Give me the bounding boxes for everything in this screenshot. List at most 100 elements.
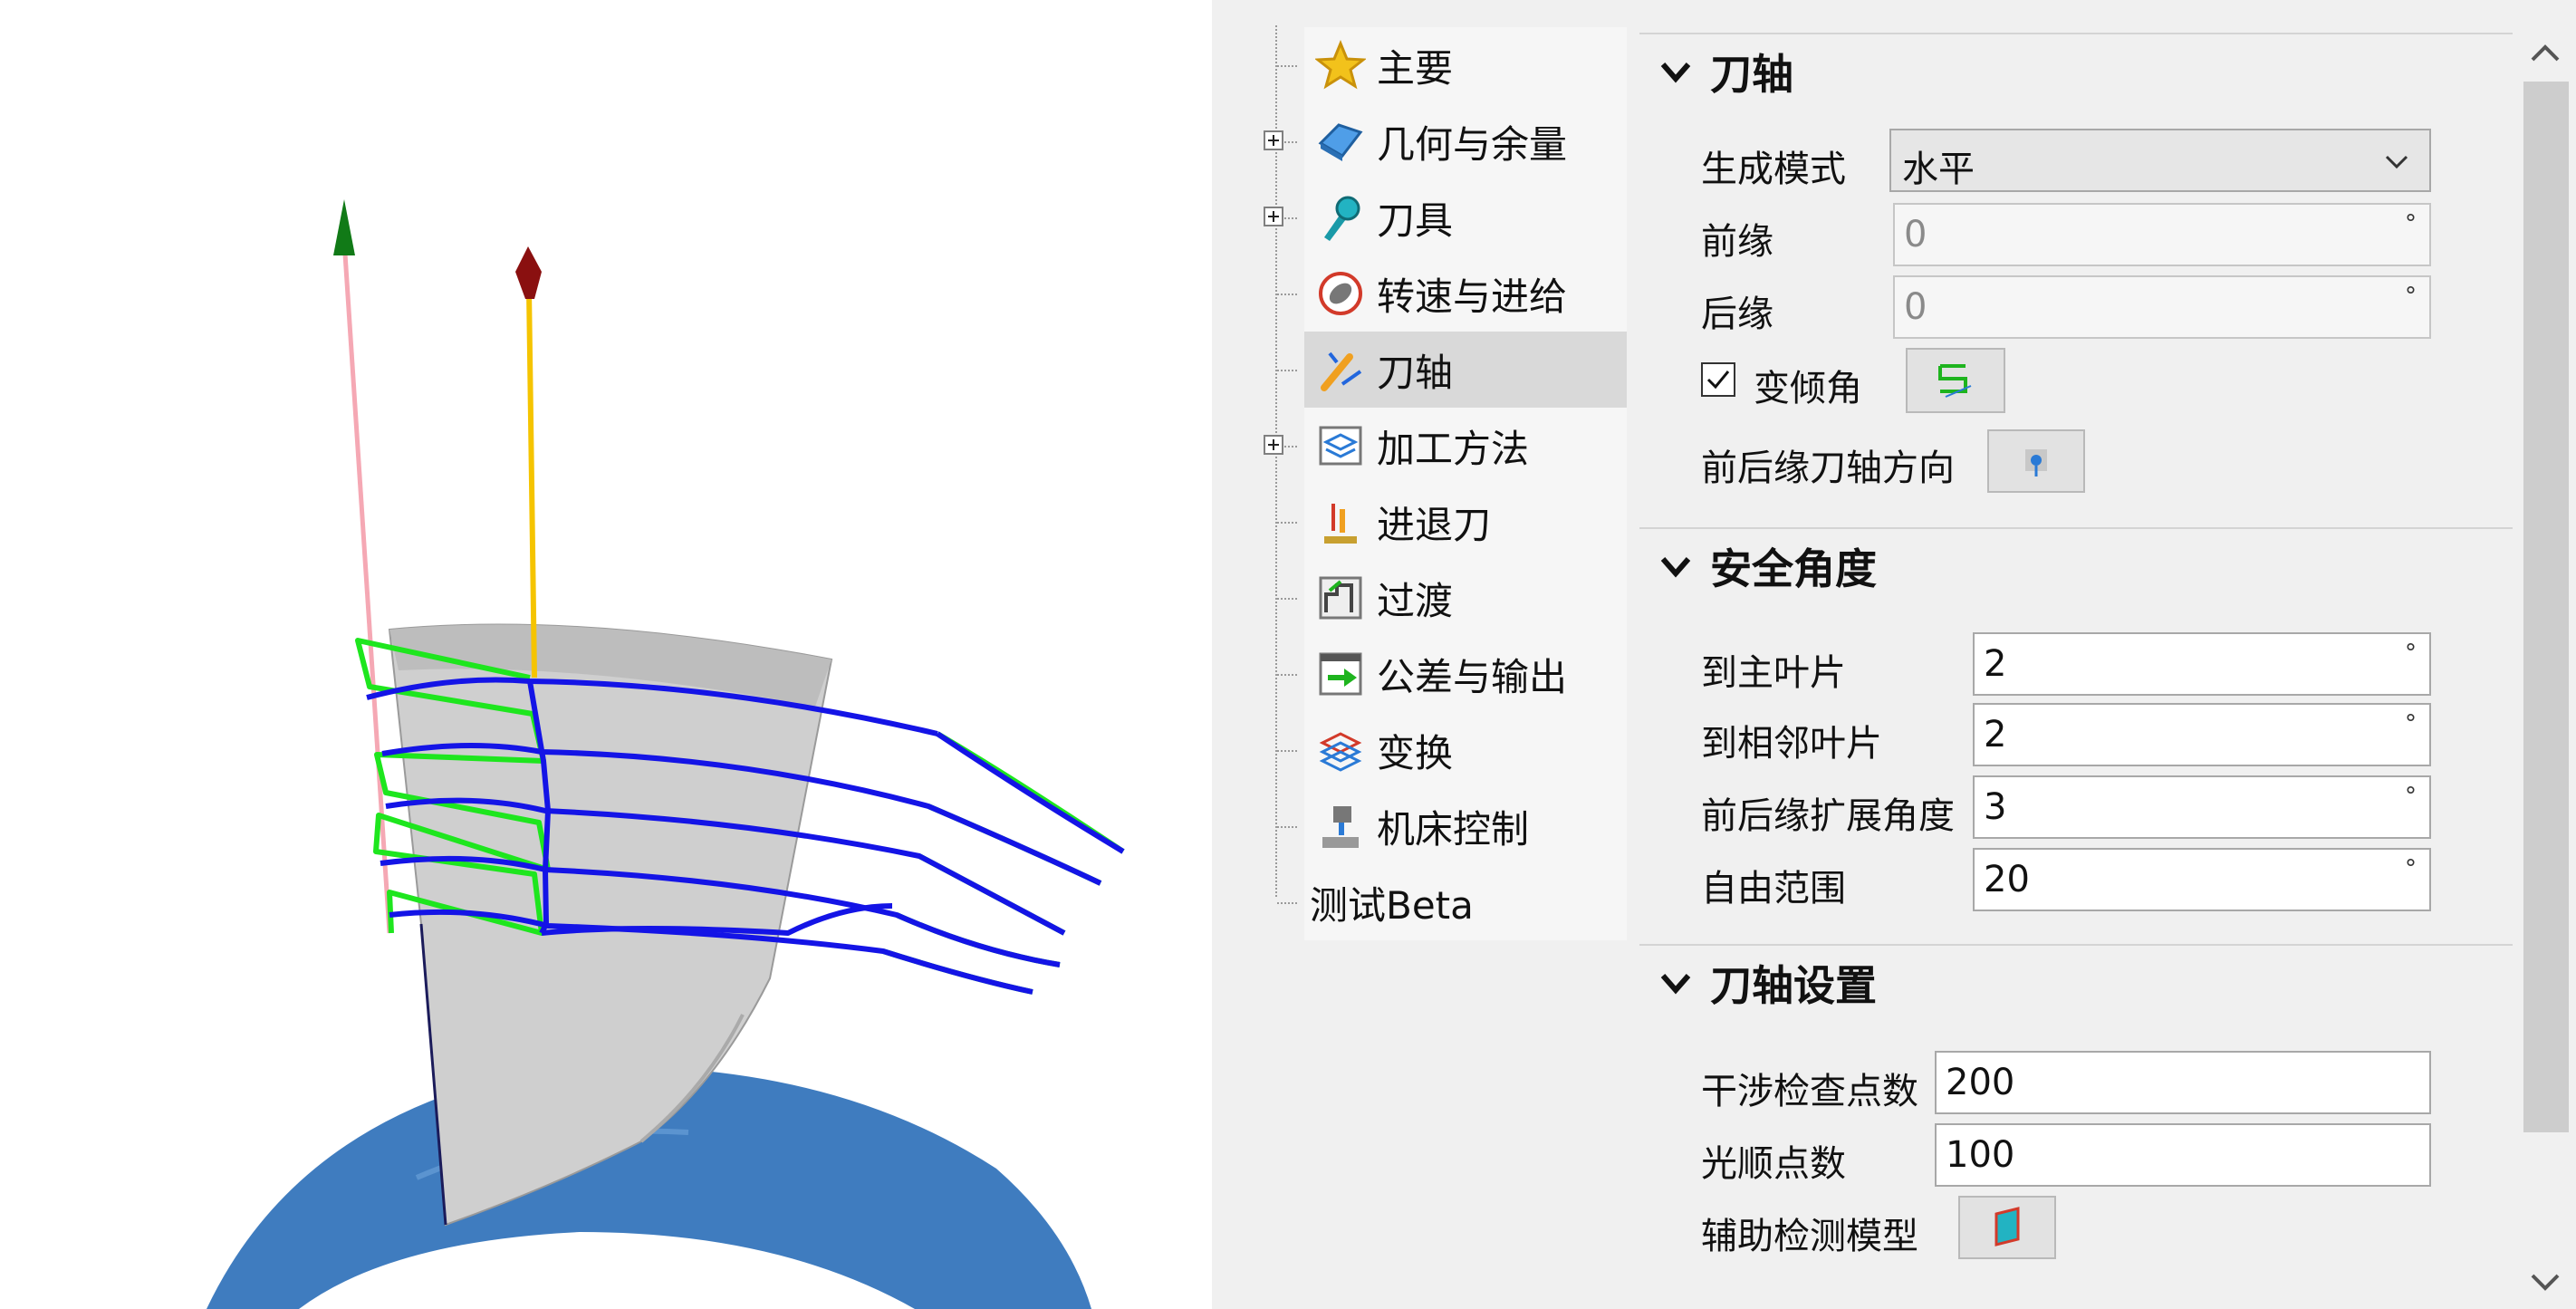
variable-tilt-checkbox[interactable] — [1701, 362, 1735, 397]
tree-item-label: 公差与输出 — [1377, 654, 1568, 699]
to-main-blade-input[interactable]: 2 ° — [1973, 632, 2431, 696]
tree-item-transition[interactable]: 过渡 — [1212, 560, 1627, 636]
degree-unit: ° — [2405, 855, 2417, 882]
checkmark-icon — [1706, 371, 1730, 390]
section-title: 安全角度 — [1710, 544, 1877, 593]
smoothing-points-label: 光顺点数 — [1701, 1143, 1846, 1185]
model-select-icon — [1994, 1207, 2020, 1246]
machining-method-icon — [1319, 426, 1362, 466]
chevron-down-icon — [1660, 974, 1691, 995]
smoothing-points-value: 100 — [1946, 1134, 2015, 1176]
tool-axis-icon — [1321, 351, 1362, 391]
tree-item-label: 变换 — [1377, 730, 1454, 775]
transform-icon — [1319, 732, 1362, 772]
settings-tree: 主要 几何与余量 刀具 转速与进给 刀轴 加工方法 进退刀 过渡 公差与输出 变… — [1212, 0, 1627, 1309]
to-main-blade-label: 到主叶片 — [1701, 652, 1846, 694]
degree-unit: ° — [2405, 710, 2417, 737]
tolerance-output-icon — [1319, 652, 1362, 696]
tree-item-label: 测试Beta — [1310, 882, 1474, 928]
variable-tilt-settings-button[interactable] — [1906, 348, 2005, 413]
tree-item-label: 进退刀 — [1377, 502, 1492, 547]
machine-control-icon — [1322, 806, 1359, 848]
leading-edge-value: 0 — [1904, 214, 1927, 255]
to-adjacent-blade-label: 到相邻叶片 — [1701, 723, 1882, 765]
interference-points-label: 干涉检查点数 — [1701, 1071, 1918, 1112]
tree-item-machining-method[interactable]: 加工方法 — [1212, 408, 1627, 484]
smoothing-points-input[interactable]: 100 — [1935, 1123, 2431, 1187]
axis-green-arrow — [333, 199, 355, 255]
tree-item-label: 主要 — [1377, 45, 1454, 91]
tree-item-lead-in-out[interactable]: 进退刀 — [1212, 484, 1627, 560]
tree-item-tool[interactable]: 刀具 — [1212, 179, 1627, 255]
tilt-curve-icon — [1938, 364, 1972, 398]
chevron-down-icon — [2385, 155, 2408, 169]
edge-direction-icon — [2025, 449, 2047, 476]
generation-mode-label: 生成模式 — [1701, 149, 1846, 190]
vertical-scrollbar[interactable] — [2514, 27, 2576, 1309]
scrollbar-thumb[interactable] — [2523, 82, 2569, 1132]
free-range-label: 自由范围 — [1701, 868, 1846, 910]
star-icon — [1315, 40, 1366, 90]
section-title: 刀轴 — [1710, 50, 1793, 99]
tree-item-label: 几何与余量 — [1377, 121, 1568, 167]
scroll-up-icon[interactable] — [2527, 40, 2563, 67]
tree-item-transform[interactable]: 变换 — [1212, 712, 1627, 788]
aux-detection-model-button[interactable] — [1958, 1196, 2056, 1259]
trailing-edge-value: 0 — [1904, 286, 1927, 328]
operation-settings-panel: 主要 几何与余量 刀具 转速与进给 刀轴 加工方法 进退刀 过渡 公差与输出 变… — [1212, 0, 2576, 1309]
geometry-icon — [1318, 123, 1363, 161]
lead-in-out-icon — [1324, 504, 1357, 544]
to-adjacent-blade-value: 2 — [1984, 714, 2007, 756]
tool-icon — [1324, 196, 1360, 241]
leading-edge-input[interactable]: 0 ° — [1893, 203, 2431, 266]
free-range-input[interactable]: 20 ° — [1973, 848, 2431, 911]
trailing-edge-input[interactable]: 0 ° — [1893, 275, 2431, 339]
tree-item-label: 刀具 — [1377, 197, 1454, 243]
degree-unit: ° — [2405, 283, 2417, 310]
tree-item-label: 机床控制 — [1377, 806, 1530, 852]
expand-toggle[interactable] — [1264, 130, 1283, 150]
trailing-edge-label: 后缘 — [1701, 294, 1773, 335]
tree-item-tolerance-output[interactable]: 公差与输出 — [1212, 636, 1627, 712]
scroll-down-icon[interactable] — [2527, 1268, 2563, 1295]
degree-unit: ° — [2405, 210, 2417, 237]
edge-axis-direction-button[interactable] — [1987, 429, 2085, 493]
to-adjacent-blade-input[interactable]: 2 ° — [1973, 703, 2431, 766]
tree-item-speed-feed[interactable]: 转速与进给 — [1212, 255, 1627, 332]
tree-item-main[interactable]: 主要 — [1212, 27, 1627, 103]
expand-toggle[interactable] — [1264, 207, 1283, 226]
aux-detection-model-label: 辅助检测模型 — [1701, 1216, 1918, 1257]
expand-toggle[interactable] — [1264, 435, 1283, 455]
tree-item-geometry[interactable]: 几何与余量 — [1212, 103, 1627, 179]
properties-pane: 刀轴 生成模式 水平 前缘 0 ° 后缘 0 ° 变倾角 前后缘刀轴方向 安全角… — [1639, 27, 2513, 1309]
speed-feed-icon — [1319, 272, 1362, 315]
interference-points-value: 200 — [1946, 1062, 2015, 1103]
3d-viewport[interactable] — [0, 0, 1212, 1309]
edge-extension-angle-input[interactable]: 3 ° — [1973, 775, 2431, 839]
chevron-down-icon — [1660, 63, 1691, 83]
tree-item-label: 过渡 — [1377, 578, 1454, 623]
leading-edge-label: 前缘 — [1701, 221, 1773, 263]
tree-item-tool-axis[interactable]: 刀轴 — [1212, 332, 1627, 408]
axis-yellow — [526, 289, 537, 679]
free-range-value: 20 — [1984, 859, 2030, 900]
degree-unit: ° — [2405, 640, 2417, 667]
variable-tilt-label: 变倾角 — [1754, 368, 1862, 409]
transition-icon — [1319, 576, 1362, 620]
chevron-down-icon — [1660, 557, 1691, 578]
axis-pink — [341, 239, 392, 934]
tree-item-test-beta[interactable]: 测试Beta — [1212, 864, 1627, 940]
to-main-blade-value: 2 — [1984, 643, 2007, 685]
section-header-tool-axis[interactable]: 刀轴 — [1639, 33, 2513, 109]
tree-item-label: 转速与进给 — [1377, 274, 1568, 319]
interference-points-input[interactable]: 200 — [1935, 1051, 2431, 1114]
tree-item-label: 刀轴 — [1377, 350, 1454, 395]
degree-unit: ° — [2405, 783, 2417, 810]
tree-item-machine-control[interactable]: 机床控制 — [1212, 788, 1627, 864]
section-header-tool-axis-settings[interactable]: 刀轴设置 — [1639, 944, 2513, 1020]
generation-mode-select[interactable]: 水平 — [1889, 129, 2431, 192]
generation-mode-value: 水平 — [1902, 149, 1975, 190]
toolpath-preview — [207, 199, 1125, 1309]
edge-axis-direction-label: 前后缘刀轴方向 — [1701, 448, 1955, 489]
section-header-safety-angle[interactable]: 安全角度 — [1639, 527, 2513, 603]
